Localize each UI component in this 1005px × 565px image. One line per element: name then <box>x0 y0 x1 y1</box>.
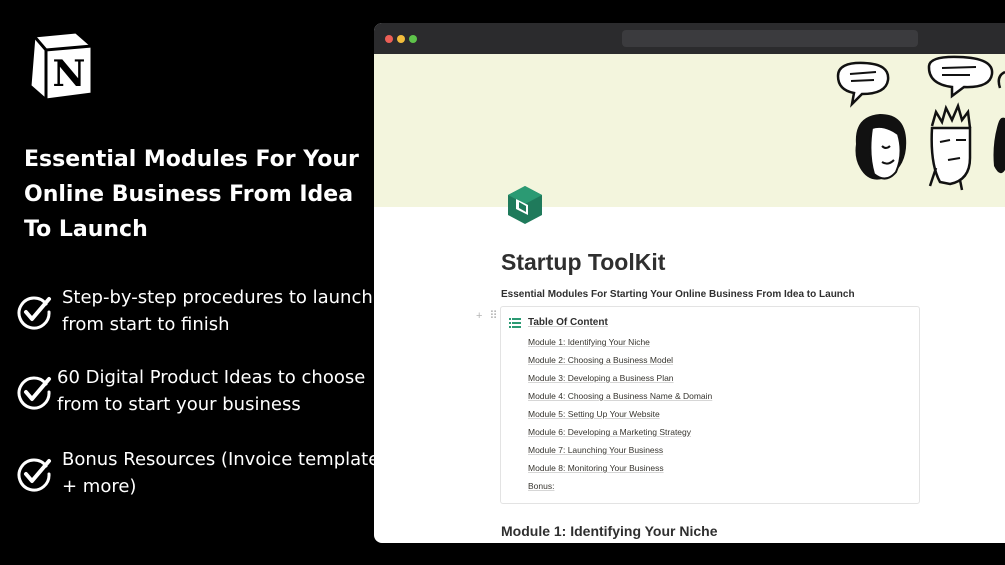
checkmark-circle-icon <box>17 296 51 330</box>
feature-text: Step-by-step procedures to launch from s… <box>62 287 373 335</box>
address-bar[interactable] <box>622 30 918 47</box>
cube-page-icon[interactable] <box>506 185 544 225</box>
toc-link[interactable]: Module 1: Identifying Your Niche <box>528 337 712 355</box>
toc-link[interactable]: Module 4: Choosing a Business Name & Dom… <box>528 391 712 409</box>
maximize-window-button[interactable] <box>409 35 417 43</box>
checkmark-circle-icon <box>17 458 51 492</box>
feature-item: Step-by-step procedures to launch from s… <box>16 284 382 338</box>
list-icon <box>509 318 521 328</box>
page-subtitle: Essential Modules For Starting Your Onli… <box>501 289 855 300</box>
toc-list: Module 1: Identifying Your Niche Module … <box>528 337 712 499</box>
toc-title[interactable]: Table Of Content <box>528 317 608 328</box>
toc-link[interactable]: Bonus: <box>528 481 712 499</box>
feature-text: 60 Digital Product Ideas to choose from … <box>57 367 366 415</box>
toc-link[interactable]: Module 7: Launching Your Business <box>528 445 712 463</box>
feature-item: 60 Digital Product Ideas to choose from … <box>16 364 377 418</box>
notion-logo-icon: N <box>28 30 94 102</box>
toc-link[interactable]: Module 2: Choosing a Business Model <box>528 355 712 373</box>
page-title: Startup ToolKit <box>501 249 666 275</box>
browser-titlebar <box>374 23 1005 54</box>
feature-item: Bonus Resources (Invoice template + more… <box>16 446 382 500</box>
minimize-window-button[interactable] <box>397 35 405 43</box>
svg-text:N: N <box>53 53 86 95</box>
browser-window: Startup ToolKit Essential Modules For St… <box>374 23 1005 543</box>
page-cover <box>374 54 1005 207</box>
toc-link[interactable]: Module 6: Developing a Marketing Strateg… <box>528 427 712 445</box>
checkmark-circle-icon <box>17 376 51 410</box>
promo-headline: Essential Modules For Your Online Busine… <box>24 147 359 242</box>
toc-link[interactable]: Module 3: Developing a Business Plan <box>528 373 712 391</box>
people-doodle-illustration <box>836 55 1005 191</box>
feature-text: Bonus Resources (Invoice template + more… <box>62 449 380 497</box>
block-drag-handle[interactable]: + ⠿ <box>476 309 500 322</box>
toc-link[interactable]: Module 5: Setting Up Your Website <box>528 409 712 427</box>
toc-link[interactable]: Module 8: Monitoring Your Business <box>528 463 712 481</box>
close-window-button[interactable] <box>385 35 393 43</box>
table-of-contents: Table Of Content Module 1: Identifying Y… <box>500 306 920 504</box>
module-heading: Module 1: Identifying Your Niche <box>501 523 718 539</box>
